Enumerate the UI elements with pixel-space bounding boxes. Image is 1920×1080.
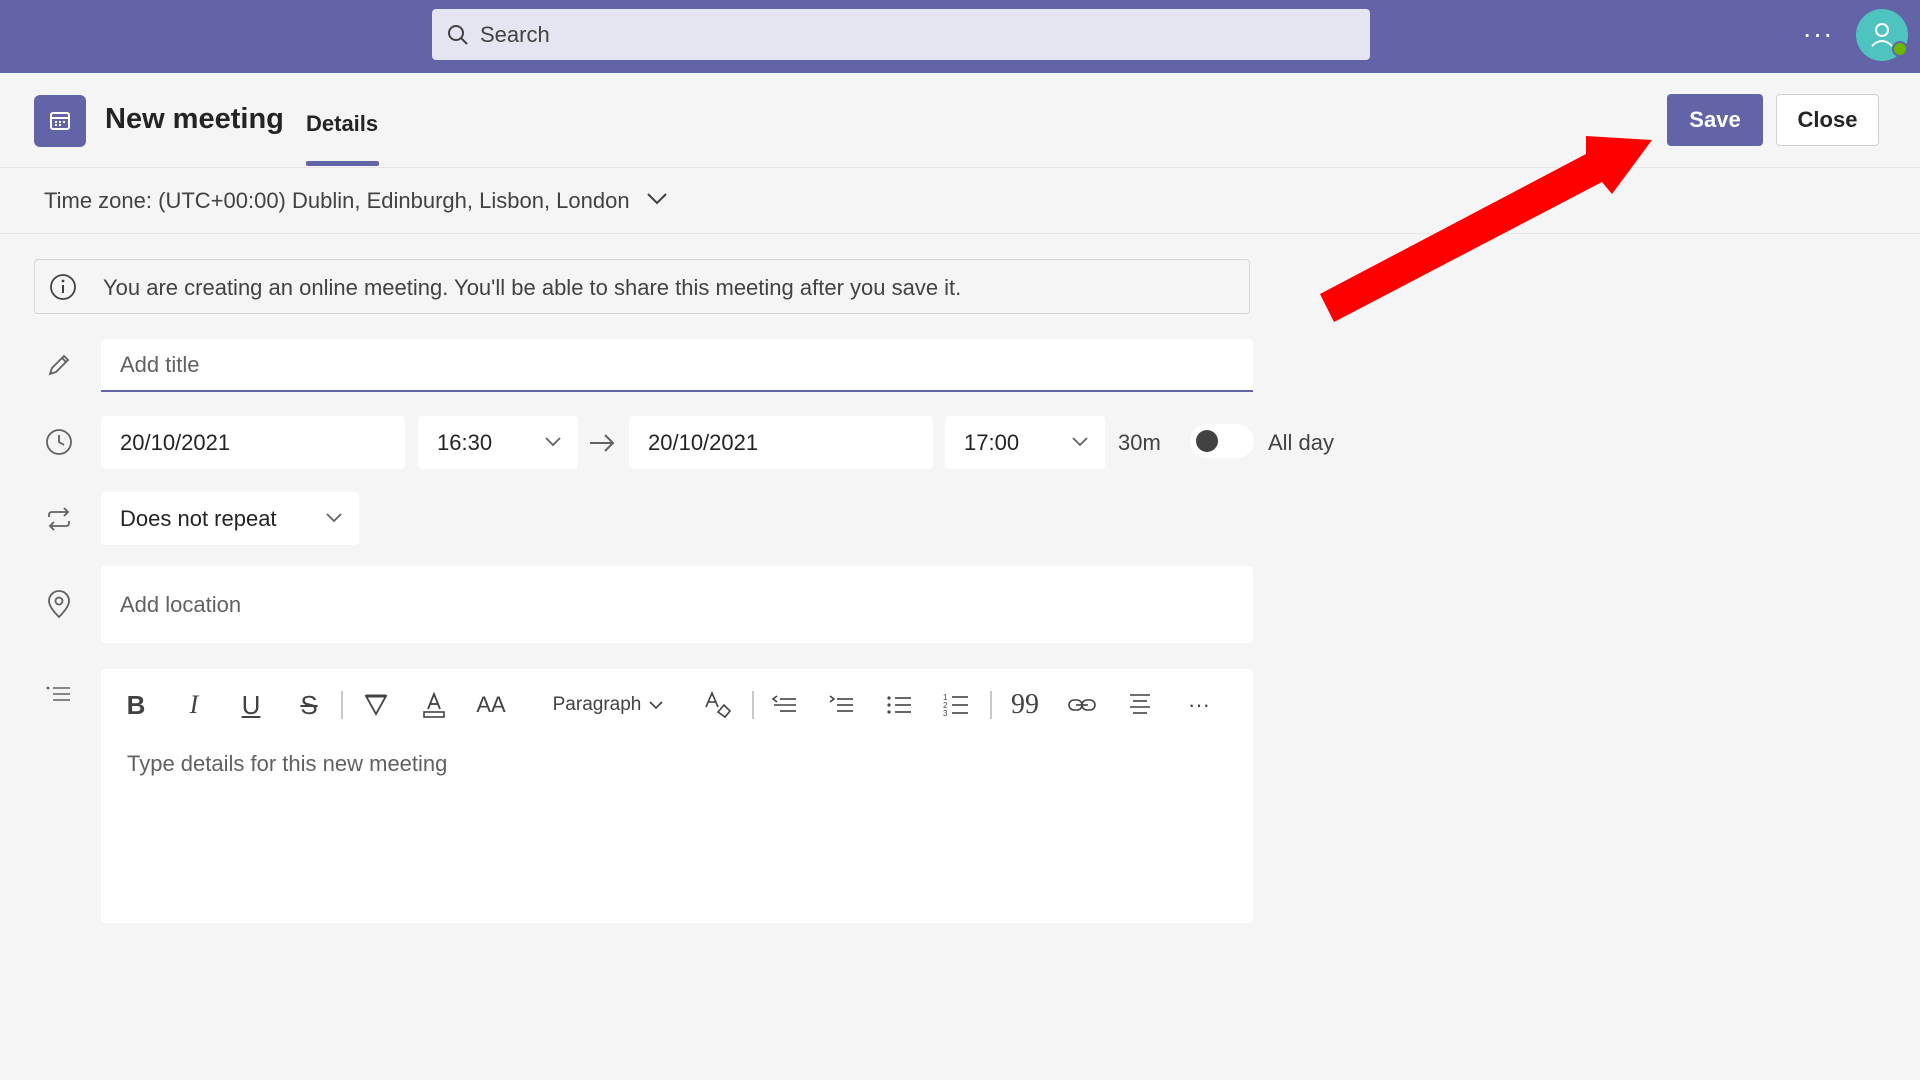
clear-formatting-icon[interactable] <box>701 689 735 721</box>
duration-label: 30m <box>1118 430 1161 455</box>
italic-icon[interactable]: I <box>179 689 209 721</box>
paragraph-label: Paragraph <box>552 694 642 715</box>
end-time-dropdown[interactable]: 17:00 <box>945 416 1105 469</box>
bold-icon[interactable]: B <box>121 689 151 721</box>
start-date-value: 20/10/2021 <box>120 429 231 455</box>
timezone-label: Time zone: (UTC+00:00) Dublin, Edinburgh… <box>44 188 630 213</box>
search-placeholder: Search <box>480 21 550 47</box>
start-time-dropdown[interactable]: 16:30 <box>418 416 578 469</box>
highlight-icon[interactable] <box>360 689 392 721</box>
calendar-app-icon <box>34 95 86 147</box>
pencil-icon <box>44 350 74 380</box>
presence-badge <box>1892 41 1908 57</box>
end-date-field[interactable]: 20/10/2021 <box>629 416 933 469</box>
all-day-toggle[interactable] <box>1190 424 1254 458</box>
search-icon <box>448 24 468 45</box>
repeat-value: Does not repeat <box>120 505 277 531</box>
formatting-toolbar: B I U S AA Paragraph 123 99 ··· <box>101 669 1253 739</box>
arrow-right-icon <box>590 434 615 452</box>
quote-icon[interactable]: 99 <box>1009 689 1041 721</box>
details-placeholder: Type details for this new meeting <box>127 751 448 776</box>
numbered-list-icon[interactable]: 123 <box>940 689 972 721</box>
annotation-arrow-icon <box>1320 136 1652 322</box>
details-editor[interactable]: B I U S AA Paragraph 123 99 ··· Type det… <box>101 669 1253 923</box>
align-icon[interactable] <box>1124 689 1156 721</box>
details-list-icon <box>44 680 74 710</box>
tab-details[interactable]: Details <box>306 111 378 137</box>
top-bar: Search ··· <box>0 0 1920 73</box>
avatar[interactable] <box>1856 9 1908 61</box>
tab-active-indicator <box>306 161 379 166</box>
strikethrough-icon[interactable]: S <box>294 689 324 721</box>
font-size-icon[interactable]: AA <box>473 689 509 721</box>
location-pin-icon <box>44 590 74 620</box>
more-options-icon[interactable]: ··· <box>1800 14 1836 54</box>
chevron-down-icon[interactable] <box>646 190 668 206</box>
close-button[interactable]: Close <box>1776 94 1879 146</box>
chevron-down-icon <box>649 701 663 710</box>
start-time-value: 16:30 <box>437 429 493 455</box>
more-formatting-icon[interactable]: ··· <box>1181 689 1217 721</box>
page-title: New meeting <box>105 103 284 135</box>
title-input[interactable]: Add title <box>101 339 1253 392</box>
all-day-label: All day <box>1268 430 1335 455</box>
toolbar-divider <box>752 691 754 719</box>
title-placeholder: Add title <box>120 351 200 377</box>
chevron-down-icon <box>326 513 342 523</box>
toolbar-divider <box>990 691 992 719</box>
toolbar-divider <box>341 691 343 719</box>
svg-text:3: 3 <box>943 709 948 718</box>
info-icon <box>50 274 76 300</box>
chevron-down-icon <box>1072 437 1088 447</box>
location-placeholder: Add location <box>120 591 242 617</box>
font-color-icon[interactable] <box>418 689 450 721</box>
clock-icon <box>44 427 74 457</box>
decrease-indent-icon[interactable] <box>768 689 800 721</box>
location-input[interactable]: Add location <box>101 566 1253 643</box>
repeat-icon <box>44 504 74 534</box>
save-button[interactable]: Save <box>1667 94 1763 146</box>
repeat-dropdown[interactable]: Does not repeat <box>101 492 359 545</box>
toggle-knob <box>1196 430 1218 452</box>
link-icon[interactable] <box>1066 689 1098 721</box>
underline-icon[interactable]: U <box>236 689 266 721</box>
search-input[interactable]: Search <box>432 9 1370 60</box>
increase-indent-icon[interactable] <box>825 689 857 721</box>
paragraph-style-dropdown[interactable]: Paragraph <box>548 689 668 721</box>
chevron-down-icon <box>545 437 561 447</box>
online-meeting-banner: You are creating an online meeting. You'… <box>34 259 1250 314</box>
bulleted-list-icon[interactable] <box>883 689 915 721</box>
banner-text: You are creating an online meeting. You'… <box>103 275 962 300</box>
end-date-value: 20/10/2021 <box>648 429 759 455</box>
end-time-value: 17:00 <box>964 429 1020 455</box>
start-date-field[interactable]: 20/10/2021 <box>101 416 405 469</box>
